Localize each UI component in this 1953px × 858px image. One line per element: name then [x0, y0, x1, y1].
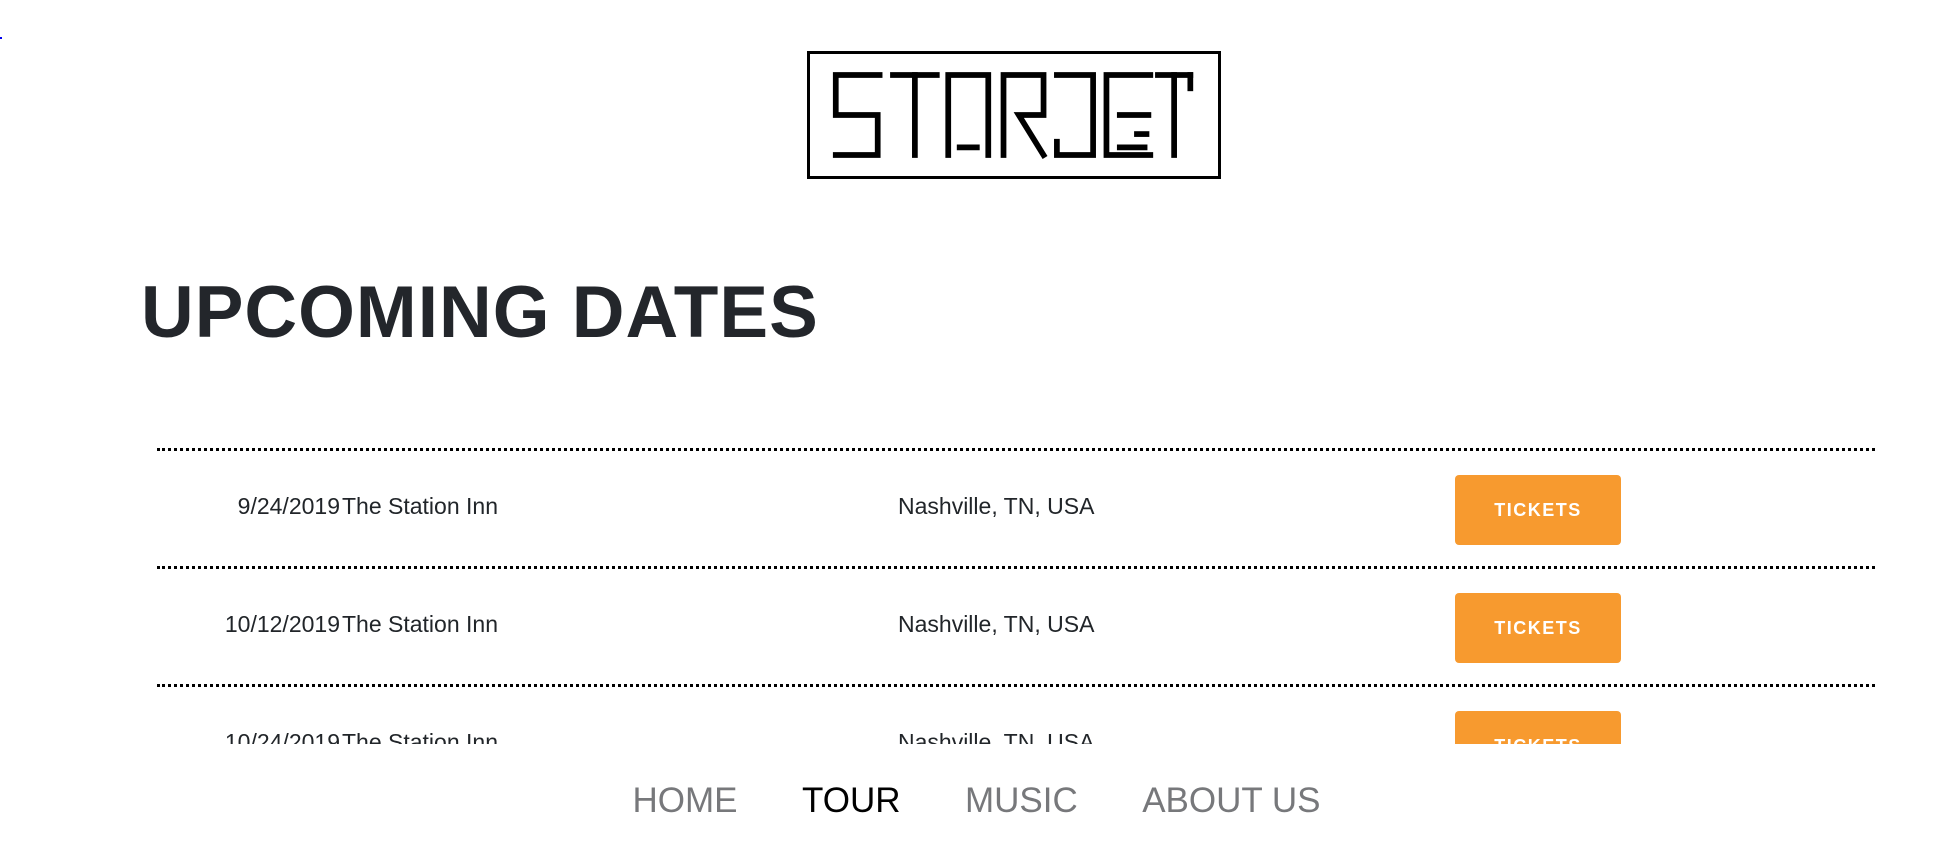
tour-location: Nashville, TN, USA — [898, 493, 1095, 519]
tour-location: Nashville, TN, USA — [898, 611, 1095, 637]
tour-dates-list: 9/24/2019 The Station Inn Nashville, TN,… — [157, 448, 1875, 744]
tour-date: 9/24/2019 — [237, 493, 340, 519]
corner-link-dot[interactable] — [0, 37, 2, 39]
nav-home[interactable]: HOME — [633, 781, 738, 821]
tour-row: 10/24/2019 The Station Inn Nashville, TN… — [157, 684, 1875, 744]
tour-date: 10/12/2019 — [224, 611, 340, 637]
main-nav: HOME TOUR MUSIC ABOUT US — [0, 781, 1953, 821]
page-title: UPCOMING DATES — [141, 272, 819, 353]
nav-tour[interactable]: TOUR — [802, 781, 901, 821]
tour-location: Nashville, TN, USA — [898, 729, 1095, 744]
tour-row: 10/12/2019 The Station Inn Nashville, TN… — [157, 566, 1875, 684]
tour-venue: The Station Inn — [342, 611, 498, 637]
page: UPCOMING DATES 9/24/2019 The Station Inn… — [0, 0, 1953, 858]
tour-row: 9/24/2019 The Station Inn Nashville, TN,… — [157, 448, 1875, 566]
logo-wordmark-graphic — [832, 72, 1194, 159]
tour-venue: The Station Inn — [342, 493, 498, 519]
tour-date: 10/24/2019 — [224, 729, 340, 744]
tickets-button[interactable]: TICKETS — [1455, 711, 1621, 744]
nav-music[interactable]: MUSIC — [965, 781, 1078, 821]
tour-venue: The Station Inn — [342, 729, 498, 744]
nav-about-us[interactable]: ABOUT US — [1142, 781, 1320, 821]
tickets-button[interactable]: TICKETS — [1455, 593, 1621, 663]
starjets-logo[interactable] — [807, 51, 1221, 179]
tickets-button[interactable]: TICKETS — [1455, 475, 1621, 545]
